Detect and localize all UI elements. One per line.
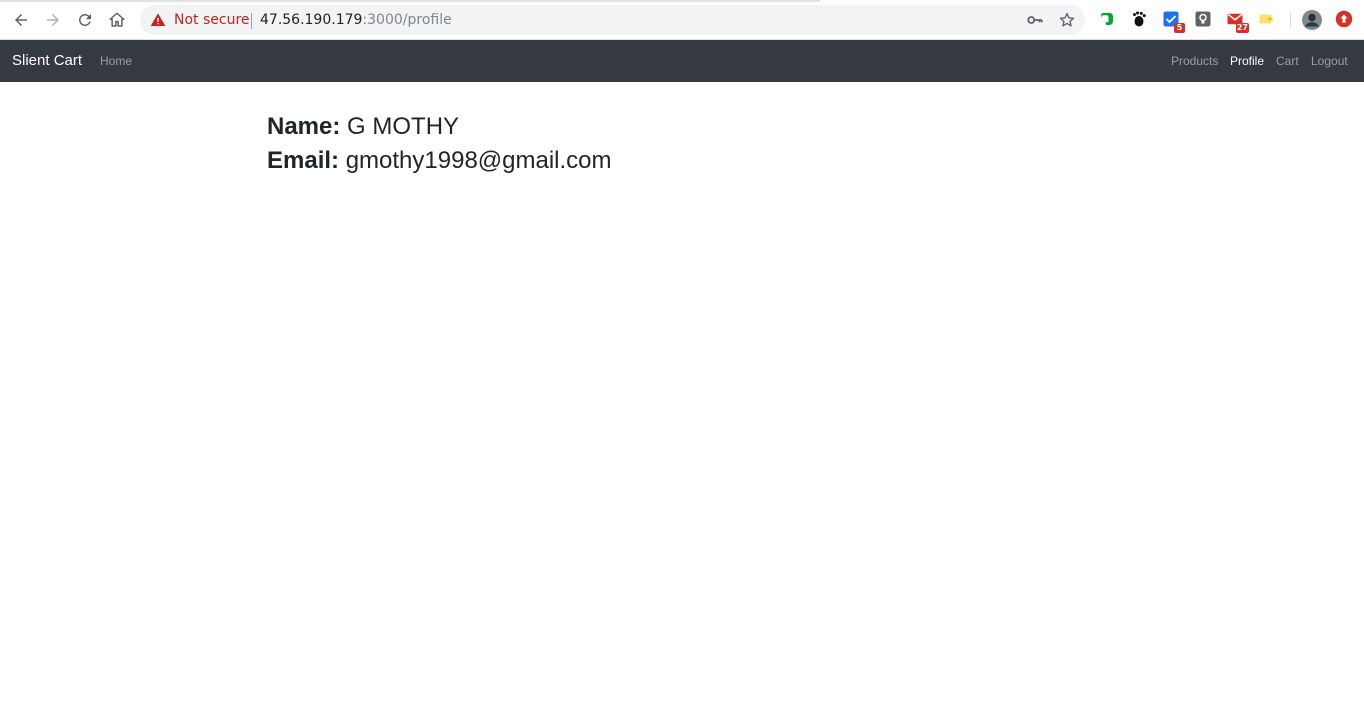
evernote-extension[interactable] (1098, 10, 1116, 28)
browser-toolbar: Not secure 47.56.190.179:3000/profile 5 … (0, 0, 1364, 40)
warning-triangle-icon (150, 13, 166, 26)
highlighter-icon (1259, 14, 1274, 24)
forward-arrow-icon (47, 14, 59, 26)
home-button[interactable] (105, 8, 129, 32)
avatar (1302, 10, 1322, 30)
reload-button[interactable] (73, 8, 97, 32)
toolbar-divider (1290, 12, 1291, 28)
evernote-icon (1101, 13, 1113, 25)
nav-link-profile[interactable]: Profile (1230, 53, 1264, 69)
email-value: gmothy1998@gmail.com (345, 147, 612, 174)
home-icon (109, 12, 125, 27)
gmail-badge: 27 (1235, 23, 1249, 33)
profile-avatar-button[interactable] (1302, 10, 1322, 30)
gmail-extension[interactable]: 27 (1226, 10, 1249, 33)
name-label: Name: (267, 113, 341, 140)
forward-button[interactable] (41, 8, 65, 32)
task-extension[interactable]: 5 (1162, 10, 1185, 33)
back-arrow-icon (15, 14, 27, 26)
profile-details: Name: G MOTHY Email: gmothy1998@gmail.co… (267, 110, 612, 178)
back-button[interactable] (9, 8, 33, 32)
nav-link-home[interactable]: Home (100, 53, 132, 69)
nav-link-logout[interactable]: Logout (1311, 53, 1348, 69)
gnome-extension[interactable] (1130, 10, 1148, 28)
update-button[interactable] (1335, 10, 1353, 28)
email-label: Email: (267, 147, 340, 174)
star-icon[interactable] (1058, 11, 1076, 29)
profile-name-row: Name: G MOTHY (267, 110, 612, 144)
key-icon[interactable] (1026, 11, 1044, 29)
app-navbar: Slient Cart Home Products Profile Cart L… (0, 40, 1364, 82)
nav-link-cart[interactable]: Cart (1276, 53, 1299, 69)
url-path: :3000/profile (362, 12, 452, 28)
url-host: 47.56.190.179 (260, 12, 363, 28)
highlighter-extension[interactable] (1258, 10, 1276, 28)
reload-icon (78, 13, 91, 26)
keep-bulb-icon (1195, 11, 1211, 27)
tab-strip-edge (0, 0, 820, 2)
address-bar[interactable]: Not secure 47.56.190.179:3000/profile (140, 5, 1085, 35)
navbar-brand[interactable]: Slient Cart (12, 51, 82, 71)
nav-link-products[interactable]: Products (1171, 53, 1218, 69)
profile-email-row: Email: gmothy1998@gmail.com (267, 144, 612, 178)
keep-extension[interactable] (1194, 10, 1212, 28)
security-status[interactable]: Not secure (174, 11, 250, 29)
name-value: G MOTHY (347, 113, 460, 140)
url-text[interactable]: 47.56.190.179:3000/profile (260, 11, 452, 29)
omnibox-separator (251, 13, 252, 29)
upload-arrow-icon (1335, 10, 1353, 28)
gnome-foot-icon (1133, 11, 1146, 27)
task-badge: 5 (1174, 23, 1185, 33)
